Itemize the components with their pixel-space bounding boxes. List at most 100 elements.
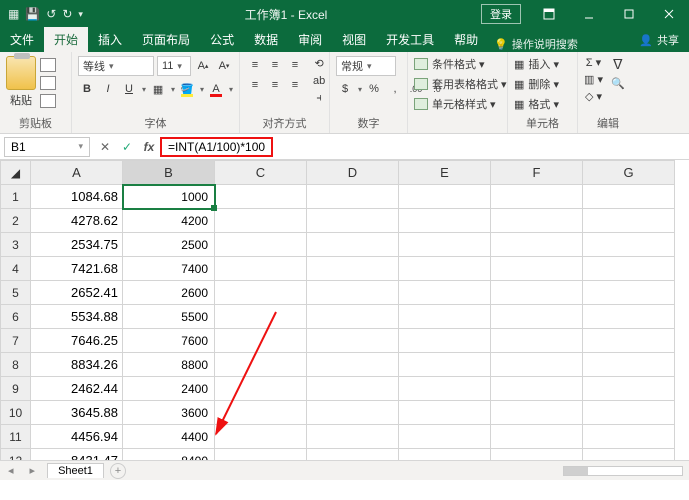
cell[interactable]: 7600 [123, 329, 215, 353]
sheet-nav-prev-icon[interactable]: ◂ [0, 464, 22, 477]
align-bottom-icon[interactable]: ≡ [286, 56, 304, 74]
sheet-nav-next-icon[interactable]: ▸ [22, 464, 44, 477]
share-button[interactable]: 👤共享 [629, 28, 689, 52]
increase-font-icon[interactable]: A▴ [194, 57, 212, 75]
accounting-icon[interactable]: $ [336, 80, 354, 98]
tab-home[interactable]: 开始 [44, 27, 88, 52]
sort-filter-icon[interactable]: ᐁ [613, 56, 623, 73]
cell[interactable] [399, 185, 491, 209]
row-header[interactable]: 2 [1, 209, 31, 233]
cell[interactable] [307, 185, 399, 209]
enter-formula-icon[interactable]: ✓ [116, 140, 138, 154]
cut-icon[interactable] [40, 58, 56, 72]
tab-insert[interactable]: 插入 [88, 27, 132, 52]
cell[interactable] [307, 401, 399, 425]
formula-input[interactable]: =INT(A1/100)*100 [160, 137, 273, 157]
col-header-A[interactable]: A [31, 161, 123, 185]
cell[interactable] [399, 305, 491, 329]
font-color-icon[interactable]: A [207, 80, 225, 98]
bold-button[interactable]: B [78, 80, 96, 98]
cell[interactable] [491, 209, 583, 233]
percent-icon[interactable]: % [365, 80, 383, 98]
qat-more-icon[interactable]: ▾ [78, 9, 83, 20]
cell-styles[interactable]: 单元格样式 ▾ [414, 96, 496, 112]
col-header-G[interactable]: G [583, 161, 675, 185]
underline-button[interactable]: U [120, 80, 138, 98]
cell[interactable]: 1084.68 [31, 185, 123, 209]
cell[interactable] [399, 377, 491, 401]
cell[interactable]: 2534.75 [31, 233, 123, 257]
format-cells[interactable]: ▦格式 ▾ [514, 96, 559, 112]
paste-icon[interactable] [6, 56, 36, 90]
copy-icon[interactable] [40, 76, 56, 90]
cell[interactable] [583, 281, 675, 305]
cell[interactable] [491, 401, 583, 425]
row-header[interactable]: 9 [1, 377, 31, 401]
col-header-D[interactable]: D [307, 161, 399, 185]
save-icon[interactable]: 💾 [25, 7, 40, 21]
cell[interactable] [307, 353, 399, 377]
cell[interactable] [399, 233, 491, 257]
cell[interactable] [583, 257, 675, 281]
col-header-F[interactable]: F [491, 161, 583, 185]
col-header-B[interactable]: B [123, 161, 215, 185]
row-header[interactable]: 7 [1, 329, 31, 353]
cell[interactable]: 2500 [123, 233, 215, 257]
cell[interactable]: 5500 [123, 305, 215, 329]
autosum-icon[interactable]: Σ ▾ [586, 56, 601, 69]
name-box[interactable]: B1▾ [4, 137, 90, 157]
cell[interactable] [491, 185, 583, 209]
number-format[interactable]: 常规▾ [336, 56, 396, 76]
cell[interactable] [491, 377, 583, 401]
cell[interactable] [583, 305, 675, 329]
cell[interactable] [583, 401, 675, 425]
tab-file[interactable]: 文件 [0, 27, 44, 52]
cell[interactable]: 2462.44 [31, 377, 123, 401]
cell[interactable] [215, 305, 307, 329]
border-icon[interactable]: ▦ [149, 80, 167, 98]
minimize-icon[interactable] [569, 0, 609, 28]
cell[interactable] [307, 281, 399, 305]
sheet-tab[interactable]: Sheet1 [47, 463, 104, 478]
cell[interactable]: 5534.88 [31, 305, 123, 329]
close-icon[interactable] [649, 0, 689, 28]
fx-icon[interactable]: fx [138, 140, 160, 154]
cell[interactable]: 4200 [123, 209, 215, 233]
cell[interactable] [307, 305, 399, 329]
insert-cells[interactable]: ▦插入 ▾ [514, 56, 559, 72]
cell[interactable] [307, 377, 399, 401]
new-sheet-icon[interactable]: + [110, 463, 126, 479]
clear-icon[interactable]: ◇ ▾ [585, 90, 602, 103]
cell[interactable] [215, 281, 307, 305]
row-header[interactable]: 11 [1, 425, 31, 449]
row-header[interactable]: 4 [1, 257, 31, 281]
cell[interactable] [583, 353, 675, 377]
cell[interactable] [399, 401, 491, 425]
find-icon[interactable]: 🔍 [611, 77, 625, 90]
cell[interactable] [307, 233, 399, 257]
row-header[interactable]: 5 [1, 281, 31, 305]
format-painter-icon[interactable] [40, 94, 56, 108]
cell[interactable] [491, 329, 583, 353]
cell[interactable] [399, 257, 491, 281]
undo-icon[interactable]: ↺ [46, 7, 56, 21]
cell[interactable]: 2600 [123, 281, 215, 305]
row-header[interactable]: 10 [1, 401, 31, 425]
table-format[interactable]: 套用表格格式 ▾ [414, 76, 507, 92]
cell[interactable] [307, 209, 399, 233]
cell[interactable] [215, 257, 307, 281]
cell[interactable] [215, 233, 307, 257]
cell[interactable]: 8834.26 [31, 353, 123, 377]
cell[interactable] [491, 233, 583, 257]
cell[interactable] [491, 425, 583, 449]
maximize-icon[interactable] [609, 0, 649, 28]
font-name[interactable]: 等线▾ [78, 56, 154, 76]
align-top-icon[interactable]: ≡ [246, 56, 264, 74]
cell[interactable] [399, 353, 491, 377]
decrease-font-icon[interactable]: A▾ [215, 57, 233, 75]
cell[interactable] [399, 209, 491, 233]
comma-icon[interactable]: , [386, 80, 404, 98]
tab-layout[interactable]: 页面布局 [132, 27, 200, 52]
cell[interactable] [491, 305, 583, 329]
hscrollbar[interactable] [563, 466, 683, 476]
